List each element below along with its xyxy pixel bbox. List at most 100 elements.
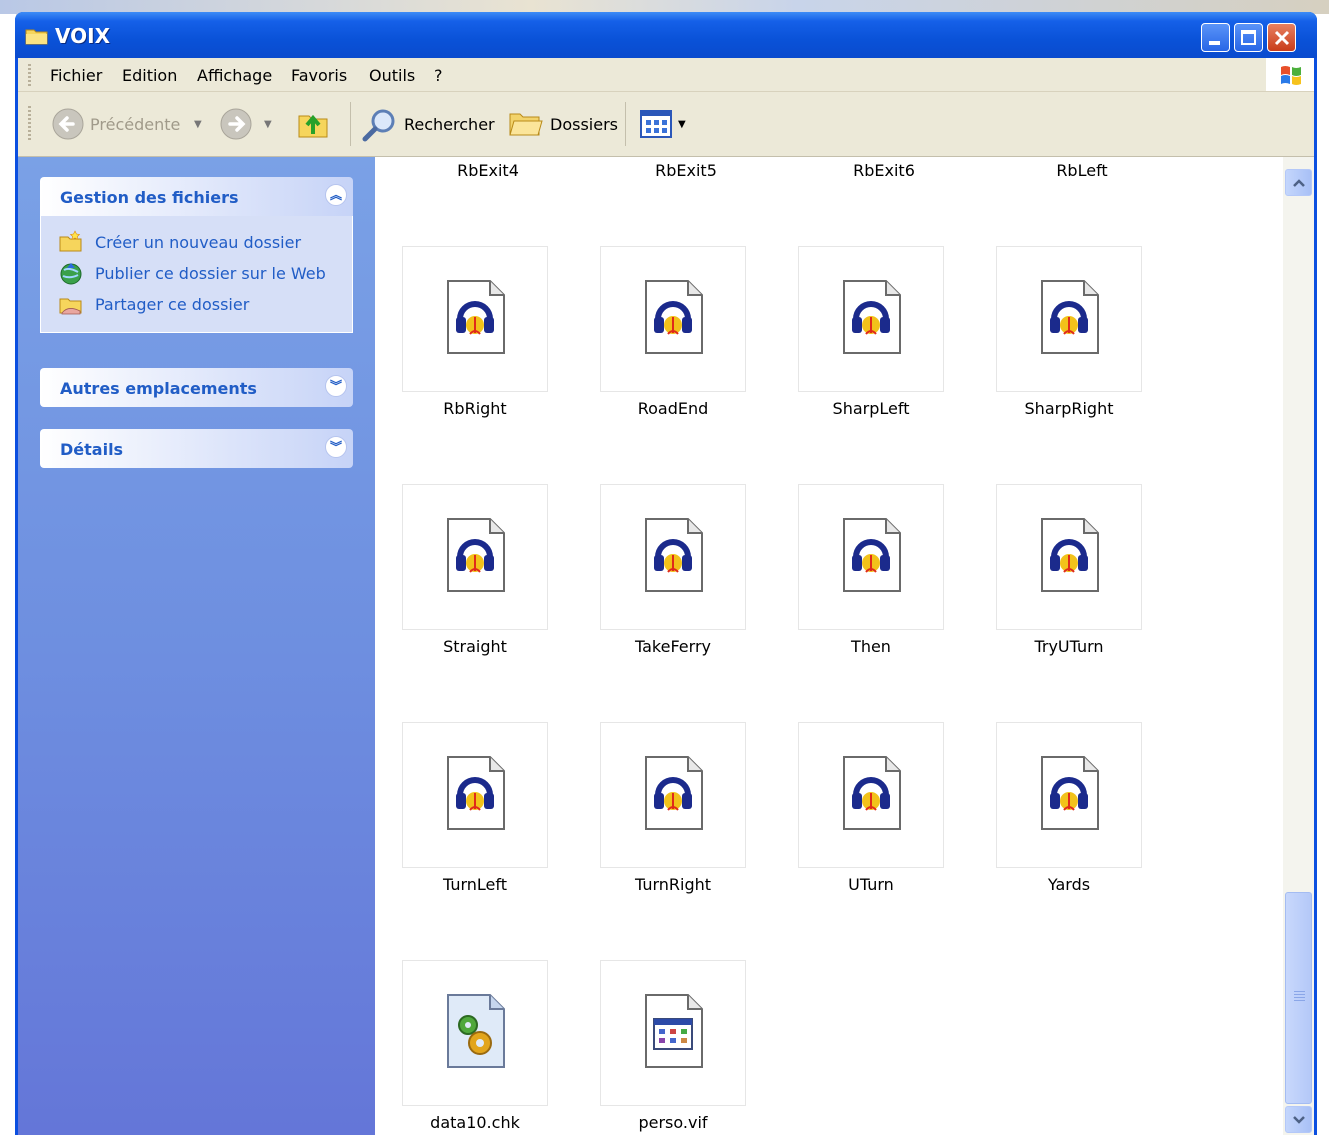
folders-icon: [509, 113, 543, 136]
file-name[interactable]: perso.vif: [573, 1113, 773, 1132]
audio-file-icon: [447, 280, 505, 354]
file-item[interactable]: Yards: [969, 722, 1169, 922]
file-item[interactable]: RbRight: [375, 246, 575, 446]
views-dropdown-icon: ▼: [678, 119, 686, 130]
file-thumbnail[interactable]: [600, 484, 746, 630]
audio-file-icon: [843, 518, 901, 592]
file-item[interactable]: data10.chk: [375, 960, 575, 1135]
file-thumbnail[interactable]: [996, 246, 1142, 392]
file-thumbnail[interactable]: [402, 960, 548, 1106]
collapse-chevron-icon[interactable]: ︽: [325, 184, 347, 206]
title-bar[interactable]: VOIX: [15, 12, 1317, 58]
menu-affichage[interactable]: Affichage: [197, 66, 272, 85]
file-thumbnail[interactable]: [798, 722, 944, 868]
menu-edition[interactable]: Edition: [122, 66, 177, 85]
file-name[interactable]: RoadEnd: [573, 399, 773, 418]
file-item[interactable]: Straight: [375, 484, 575, 684]
file-item[interactable]: perso.vif: [573, 960, 773, 1135]
file-label[interactable]: RbExit6: [804, 161, 964, 180]
expand-chevron-icon[interactable]: ︾: [325, 436, 347, 458]
file-label[interactable]: RbLeft: [1002, 161, 1162, 180]
file-view[interactable]: RbExit4 RbExit5 RbExit6 RbLeft RbRight R…: [375, 157, 1283, 1135]
forward-arrow-icon: [220, 108, 252, 140]
file-name[interactable]: SharpRight: [969, 399, 1169, 418]
file-item[interactable]: TurnLeft: [375, 722, 575, 922]
folders-button[interactable]: Dossiers: [506, 102, 618, 146]
audio-file-icon: [645, 518, 703, 592]
file-name[interactable]: Then: [771, 637, 971, 656]
forward-dropdown-icon: ▼: [264, 119, 272, 130]
back-button[interactable]: Précédente ▼: [48, 102, 208, 146]
file-name[interactable]: Yards: [969, 875, 1169, 894]
new-folder-icon: [59, 230, 82, 252]
vertical-scrollbar[interactable]: [1283, 157, 1314, 1135]
windows-logo-area: [1266, 58, 1314, 91]
minimize-button[interactable]: [1201, 23, 1230, 52]
file-item[interactable]: TakeFerry: [573, 484, 773, 684]
windows-flag-icon: [1281, 66, 1301, 85]
file-name[interactable]: Straight: [375, 637, 575, 656]
toolbar-separator: [350, 102, 351, 146]
file-name[interactable]: data10.chk: [375, 1113, 575, 1132]
toolbar: Précédente ▼ ▼ Rechercher Dossiers ▼: [18, 92, 1314, 157]
maximize-icon: [1241, 30, 1256, 45]
other-places-header[interactable]: Autres emplacements ︾: [40, 368, 353, 407]
file-item[interactable]: Then: [771, 484, 971, 684]
chevron-down-icon: [1293, 1116, 1305, 1124]
scroll-down-button[interactable]: [1285, 1106, 1312, 1133]
file-item[interactable]: RoadEnd: [573, 246, 773, 446]
file-name[interactable]: UTurn: [771, 875, 971, 894]
search-button[interactable]: Rechercher: [360, 102, 495, 146]
file-name[interactable]: TakeFerry: [573, 637, 773, 656]
search-icon: [362, 109, 395, 142]
views-button[interactable]: ▼: [636, 106, 696, 142]
file-name[interactable]: RbRight: [375, 399, 575, 418]
menu-help[interactable]: ?: [434, 66, 443, 85]
file-item[interactable]: TryUTurn: [969, 484, 1169, 684]
file-thumbnail[interactable]: [402, 722, 548, 868]
file-thumbnail[interactable]: [600, 960, 746, 1106]
background-window-left: [0, 14, 16, 1135]
file-label[interactable]: RbExit5: [606, 161, 766, 180]
menu-outils[interactable]: Outils: [369, 66, 415, 85]
file-name[interactable]: TurnLeft: [375, 875, 575, 894]
file-name[interactable]: TurnRight: [573, 875, 773, 894]
details-header[interactable]: Détails ︾: [40, 429, 353, 468]
file-thumbnail[interactable]: [798, 246, 944, 392]
file-thumbnail[interactable]: [600, 722, 746, 868]
maximize-button[interactable]: [1234, 23, 1263, 52]
other-places-title: Autres emplacements: [60, 379, 257, 398]
menu-grip[interactable]: [28, 64, 31, 86]
scroll-thumb[interactable]: [1285, 892, 1312, 1104]
folders-label: Dossiers: [550, 115, 618, 134]
file-tasks-header[interactable]: Gestion des fichiers ︽: [40, 177, 353, 216]
file-item[interactable]: SharpRight: [969, 246, 1169, 446]
file-tasks-panel: Gestion des fichiers ︽ Créer un nouveau …: [40, 177, 353, 333]
file-thumbnail[interactable]: [402, 484, 548, 630]
file-thumbnail[interactable]: [996, 722, 1142, 868]
file-name[interactable]: TryUTurn: [969, 637, 1169, 656]
folder-icon: [25, 29, 48, 45]
menu-favoris[interactable]: Favoris: [291, 66, 347, 85]
task-label: Créer un nouveau dossier: [95, 233, 302, 252]
toolbar-grip[interactable]: [28, 106, 31, 142]
folder-up-icon[interactable]: [296, 108, 330, 140]
scroll-up-button[interactable]: [1285, 169, 1312, 196]
file-item[interactable]: TurnRight: [573, 722, 773, 922]
file-thumbnail[interactable]: [402, 246, 548, 392]
file-name[interactable]: SharpLeft: [771, 399, 971, 418]
file-thumbnail[interactable]: [600, 246, 746, 392]
audio-file-icon: [843, 756, 901, 830]
file-label[interactable]: RbExit4: [408, 161, 568, 180]
expand-chevron-icon[interactable]: ︾: [325, 375, 347, 397]
file-item[interactable]: UTurn: [771, 722, 971, 922]
settings-file-icon: [645, 994, 703, 1068]
share-folder-icon: [59, 298, 82, 315]
forward-button[interactable]: ▼: [218, 102, 276, 146]
back-dropdown-icon: ▼: [194, 119, 202, 130]
menu-fichier[interactable]: Fichier: [50, 66, 102, 85]
file-thumbnail[interactable]: [996, 484, 1142, 630]
close-button[interactable]: [1267, 23, 1296, 52]
file-thumbnail[interactable]: [798, 484, 944, 630]
file-item[interactable]: SharpLeft: [771, 246, 971, 446]
